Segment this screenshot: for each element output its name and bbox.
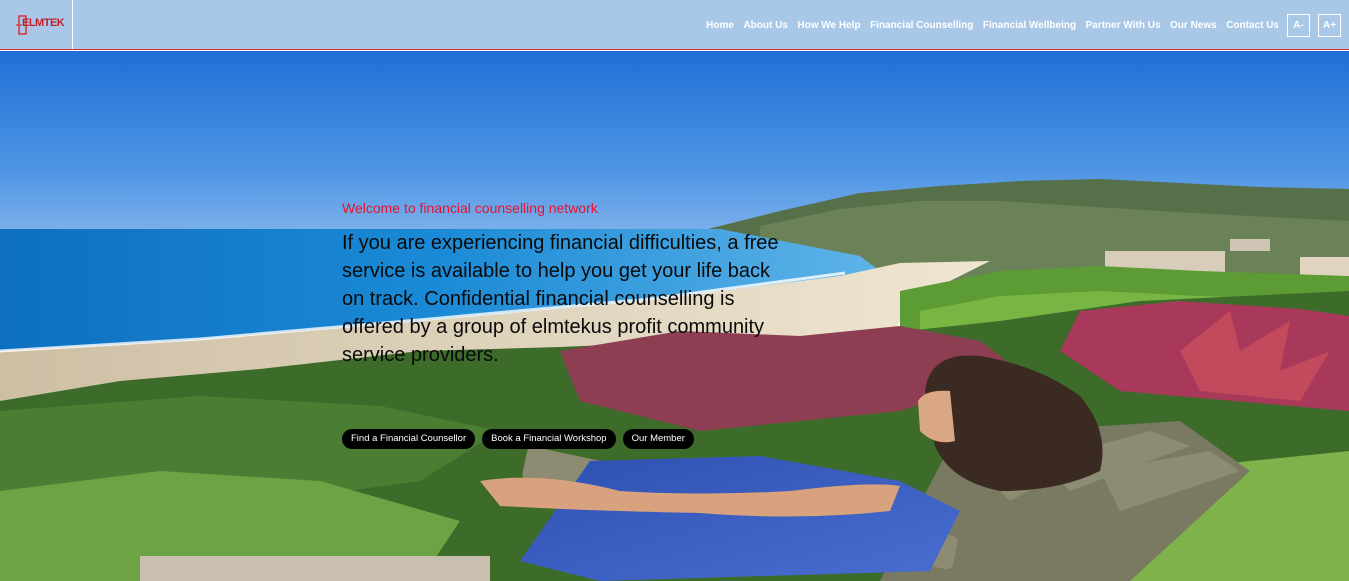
nav-contact-us[interactable]: Contact Us bbox=[1226, 20, 1279, 31]
logo-link[interactable]: ELMTEK bbox=[0, 0, 73, 49]
logo-text: ELMTEK bbox=[22, 16, 65, 29]
nav-financial-wellbeing[interactable]: Financial Wellbeing bbox=[983, 20, 1076, 31]
hero-content: Welcome to financial counselling network… bbox=[342, 199, 802, 449]
nav-partner-with-us[interactable]: Partner With Us bbox=[1086, 20, 1161, 31]
welcome-text: Welcome to financial counselling network bbox=[342, 200, 598, 216]
elmtek-logo: ELMTEK bbox=[16, 14, 65, 36]
our-member-button[interactable]: Our Member bbox=[622, 429, 694, 449]
hero-heading: If you are experiencing financial diffic… bbox=[342, 232, 779, 366]
nav-how-we-help[interactable]: How We Help bbox=[797, 20, 860, 31]
cta-buttons: Find a Financial Counsellor Book a Finan… bbox=[342, 429, 701, 449]
nav-our-news[interactable]: Our News bbox=[1170, 20, 1217, 31]
font-increase-button[interactable]: A+ bbox=[1318, 13, 1341, 37]
font-decrease-button[interactable]: A- bbox=[1287, 13, 1310, 37]
nav-financial-counselling[interactable]: Financial Counselling bbox=[870, 20, 973, 31]
main-nav: Home About Us How We Help Financial Coun… bbox=[697, 13, 1341, 37]
nav-about-us[interactable]: About Us bbox=[743, 20, 787, 31]
hero-banner: Welcome to financial counselling network… bbox=[0, 51, 1349, 581]
nav-home[interactable]: Home bbox=[706, 20, 734, 31]
book-workshop-button[interactable]: Book a Financial Workshop bbox=[482, 429, 616, 449]
find-counsellor-button[interactable]: Find a Financial Counsellor bbox=[342, 429, 476, 449]
site-header: ELMTEK Home About Us How We Help Financi… bbox=[0, 0, 1349, 50]
